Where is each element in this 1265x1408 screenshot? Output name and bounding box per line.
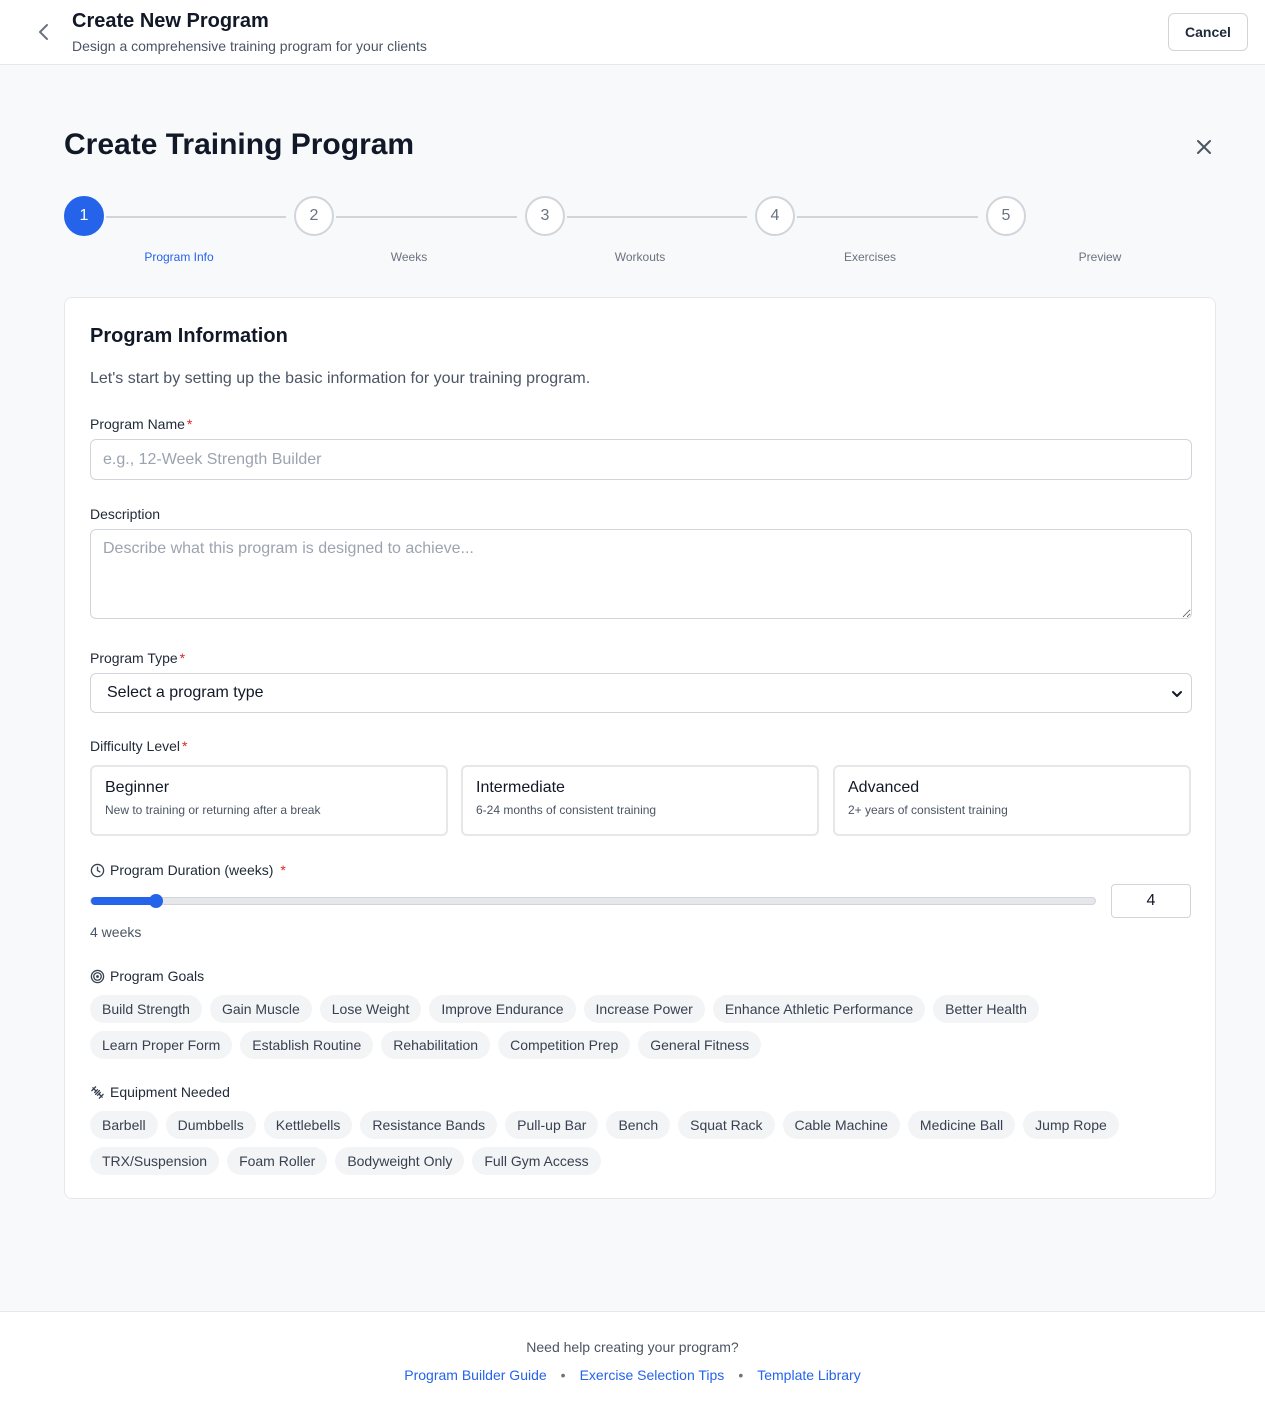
section-title: Program Information (90, 325, 288, 347)
equipment-chip-cable-machine[interactable]: Cable Machine (782, 1111, 900, 1139)
chevron-left-icon (39, 24, 48, 40)
equipment-chip-kettlebells[interactable]: Kettlebells (263, 1111, 353, 1139)
slider-thumb[interactable] (149, 894, 164, 908)
footer-links: Program Builder Guide • Exercise Selecti… (0, 1367, 1265, 1383)
wizard-title: Create Training Program (64, 128, 415, 161)
template-library-link[interactable]: Template Library (757, 1367, 861, 1383)
goal-chip-learn-proper-form[interactable]: Learn Proper Form (90, 1031, 233, 1059)
step-label-weeks: Weeks (390, 250, 428, 264)
step-5[interactable]: 5 (986, 196, 1026, 236)
equipment-label: Equipment Needed (90, 1084, 230, 1100)
goal-chip-better-health[interactable]: Better Health (933, 995, 1039, 1023)
back-button[interactable] (30, 18, 58, 46)
goal-chip-lose-weight[interactable]: Lose Weight (319, 995, 422, 1023)
target-icon (90, 969, 105, 983)
duration-label: Program Duration (weeks) * (90, 862, 286, 878)
equipment-chip-dumbbells[interactable]: Dumbbells (165, 1111, 256, 1139)
equipment-chip-jump-rope[interactable]: Jump Rope (1023, 1111, 1119, 1139)
program-name-label: Program Name * (90, 416, 193, 432)
chevron-down-icon (1172, 691, 1182, 697)
step-label-workouts: Workouts (614, 250, 666, 264)
footer-help-text: Need help creating your program? (526, 1339, 739, 1355)
close-icon (1197, 140, 1211, 154)
equipment-chips-row: TRX/Suspension Foam Roller Bodyweight Only… (90, 1147, 601, 1175)
goal-chip-establish-routine[interactable]: Establish Routine (240, 1031, 374, 1059)
program-type-label: Program Type * (90, 650, 186, 666)
equipment-chip-foam-roller[interactable]: Foam Roller (227, 1147, 328, 1175)
goals-chips-row: Build Strength Gain Muscle Lose Weight Impr… (90, 995, 1039, 1023)
step-connector (797, 216, 978, 218)
cancel-button[interactable]: Cancel (1168, 13, 1248, 51)
goal-chip-build-strength[interactable]: Build Strength (90, 995, 202, 1023)
page-subtitle: Design a comprehensive training program … (72, 38, 427, 54)
difficulty-subtitle: 2+ years of consistent training (848, 803, 1008, 817)
slider-fill (91, 897, 157, 905)
duration-number-input[interactable]: 4 (1111, 884, 1191, 918)
difficulty-beginner[interactable]: Beginner New to training or returning af… (90, 765, 448, 836)
duration-value-text: 4 weeks (90, 924, 142, 940)
equipment-chip-bench[interactable]: Bench (606, 1111, 671, 1139)
goal-chip-enhance-athletic-performance[interactable]: Enhance Athletic Performance (712, 995, 926, 1023)
step-connector (336, 216, 517, 218)
program-type-select[interactable]: Select a program type (90, 673, 1192, 713)
help-footer: Need help creating your program? Program… (0, 1311, 1265, 1408)
equipment-chip-barbell[interactable]: Barbell (90, 1111, 158, 1139)
section-description: Let's start by setting up the basic info… (90, 370, 591, 387)
equipment-chips-row: Barbell Dumbbells Kettlebells Resistance Ba… (90, 1111, 1119, 1139)
step-label-preview: Preview (1078, 250, 1122, 264)
program-type-selected: Select a program type (107, 684, 264, 701)
wizard-stepper: 1 2 3 4 5 Program Info Weeks Workouts Ex… (0, 196, 1265, 276)
description-textarea[interactable] (90, 529, 1192, 619)
step-4[interactable]: 4 (755, 196, 795, 236)
program-name-input[interactable] (90, 439, 1192, 480)
description-label: Description (90, 506, 161, 522)
equipment-chip-full-gym-access[interactable]: Full Gym Access (472, 1147, 601, 1175)
difficulty-subtitle: New to training or returning after a bre… (105, 803, 321, 817)
page-title: Create New Program (72, 10, 269, 32)
goal-chip-general-fitness[interactable]: General Fitness (638, 1031, 762, 1059)
step-connector (567, 216, 747, 218)
difficulty-intermediate[interactable]: Intermediate 6-24 months of consistent t… (461, 765, 819, 836)
equipment-chip-medicine-ball[interactable]: Medicine Ball (907, 1111, 1016, 1139)
goal-chip-increase-power[interactable]: Increase Power (583, 995, 705, 1023)
difficulty-title: Beginner (105, 779, 170, 796)
clock-icon (90, 863, 105, 877)
step-3[interactable]: 3 (525, 196, 565, 236)
goal-chip-competition-prep[interactable]: Competition Prep (498, 1031, 631, 1059)
difficulty-label: Difficulty Level * (90, 738, 188, 754)
difficulty-title: Advanced (848, 779, 920, 796)
dumbbell-icon (91, 1085, 104, 1099)
goals-chips-row: Learn Proper Form Establish Routine Rehabi… (90, 1031, 762, 1059)
equipment-chip-pull-up-bar[interactable]: Pull-up Bar (505, 1111, 599, 1139)
program-info-card: Program Information Let's start by setti… (64, 297, 1216, 1199)
equipment-chip-bodyweight-only[interactable]: Bodyweight Only (335, 1147, 465, 1175)
close-button[interactable] (1192, 135, 1216, 159)
footer-separator: • (560, 1367, 566, 1383)
goal-chip-improve-endurance[interactable]: Improve Endurance (429, 995, 576, 1023)
difficulty-subtitle: 6-24 months of consistent training (476, 803, 657, 817)
step-label-program-info: Program Info (144, 250, 214, 264)
step-connector (106, 216, 286, 218)
goal-chip-gain-muscle[interactable]: Gain Muscle (209, 995, 312, 1023)
goals-label: Program Goals (90, 968, 204, 984)
goal-chip-rehabilitation[interactable]: Rehabilitation (381, 1031, 491, 1059)
duration-slider[interactable] (90, 894, 1096, 908)
exercise-selection-tips-link[interactable]: Exercise Selection Tips (580, 1367, 725, 1383)
top-header: Create New Program Design a comprehensiv… (0, 0, 1265, 65)
equipment-chip-trx-suspension[interactable]: TRX/Suspension (90, 1147, 220, 1175)
step-1[interactable]: 1 (64, 196, 104, 236)
difficulty-advanced[interactable]: Advanced 2+ years of consistent training (833, 765, 1191, 836)
step-label-exercises: Exercises (843, 250, 896, 264)
program-builder-guide-link[interactable]: Program Builder Guide (404, 1367, 546, 1383)
difficulty-title: Intermediate (476, 779, 565, 796)
equipment-chip-squat-rack[interactable]: Squat Rack (678, 1111, 775, 1139)
equipment-chip-resistance-bands[interactable]: Resistance Bands (360, 1111, 498, 1139)
step-2[interactable]: 2 (294, 196, 334, 236)
footer-separator: • (738, 1367, 744, 1383)
